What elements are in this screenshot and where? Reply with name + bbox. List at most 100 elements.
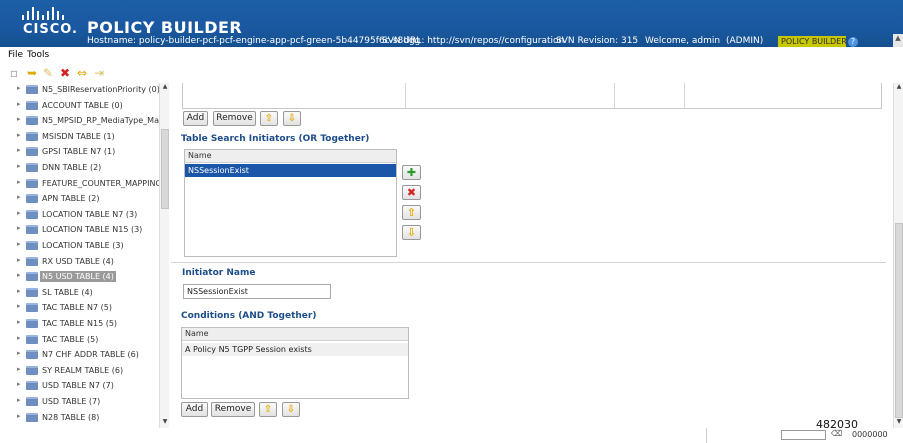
expand-arrow-icon[interactable]: ▸ <box>17 209 21 217</box>
tree-item[interactable]: ▸ N5_SBIReservationPriority (0) <box>17 83 167 97</box>
folder-icon <box>26 163 38 172</box>
scroll-up-icon[interactable]: ▲ <box>160 83 170 93</box>
list-item[interactable]: A Policy N5 TGPP Session exists <box>182 343 408 356</box>
tree-item[interactable]: ▸ GPSI TABLE N7 (1) <box>17 145 167 159</box>
help-icon[interactable]: ? <box>848 37 858 47</box>
conditions-remove-button[interactable]: Remove <box>211 402 255 417</box>
tree-item[interactable]: ▸ N5 USD TABLE (4) <box>17 270 167 284</box>
tree-item[interactable]: ▸ SY REALM TABLE (6) <box>17 364 167 378</box>
tree-item[interactable]: ▸ APN TABLE (2) <box>17 192 167 206</box>
expand-arrow-icon[interactable]: ▸ <box>17 349 21 357</box>
tree-item-label: TAC TABLE N15 (5) <box>42 319 118 328</box>
initiator-name-label: Initiator Name <box>182 268 256 278</box>
scroll-up-icon[interactable]: ▲ <box>894 83 903 93</box>
menu-tools[interactable]: Tools <box>27 50 49 60</box>
list-item[interactable]: NSSessionExist <box>185 164 396 177</box>
expand-arrow-icon[interactable]: ▸ <box>17 146 21 154</box>
expand-arrow-icon[interactable]: ▸ <box>17 100 21 108</box>
tree-item[interactable]: ▸ LOCATION TABLE (3) <box>17 239 167 253</box>
expand-arrow-icon[interactable]: ▸ <box>17 380 21 388</box>
edit-icon[interactable]: ✎ <box>41 66 55 80</box>
expand-arrow-icon[interactable]: ▸ <box>17 365 21 373</box>
tree-item[interactable]: ▸ ACCOUNT TABLE (0) <box>17 99 167 113</box>
top-table <box>182 83 882 109</box>
conditions-move-up-icon[interactable]: ⇧ <box>259 402 277 417</box>
svn-url-text: SVN URL: http://svn/repos//configuration <box>382 36 565 46</box>
top-move-up-icon[interactable]: ⇧ <box>260 111 278 126</box>
expand-arrow-icon[interactable]: ▸ <box>17 287 21 295</box>
add-icon[interactable]: ✚ <box>402 165 421 180</box>
copy-icon[interactable]: ⇔ <box>75 66 89 80</box>
scroll-down-icon[interactable]: ▼ <box>160 418 170 428</box>
expand-arrow-icon[interactable]: ▸ <box>17 334 21 342</box>
expand-arrow-icon[interactable]: ▸ <box>17 271 21 279</box>
folder-icon <box>26 100 38 110</box>
tree-item-label: MSISDN TABLE (1) <box>42 131 115 141</box>
tree-scrollbar[interactable]: ▲ ▼ <box>159 83 169 428</box>
tree-item[interactable]: ▸ LOCATION TABLE N15 (3) <box>17 223 167 237</box>
scroll-down-icon[interactable]: ▼ <box>894 418 903 428</box>
section-divider <box>171 262 886 263</box>
policy-builder-badge[interactable]: POLICY BUILDER <box>778 36 846 47</box>
expand-arrow-icon[interactable]: ▸ <box>17 302 21 310</box>
tree-item[interactable]: ▸ N5_MPSID_RP_MediaType_Map <box>17 114 167 128</box>
tree-item[interactable]: ▸ DNN TABLE (2) <box>17 161 167 175</box>
app-header: CISCO. POLICY BUILDER Hostname: policy-b… <box>0 0 903 47</box>
folder-icon <box>26 350 38 360</box>
top-remove-button[interactable]: Remove <box>213 111 256 126</box>
search-initiators-list[interactable]: Name NSSessionExist <box>184 149 397 257</box>
tree-item-label: LOCATION TABLE N15 (3) <box>42 225 143 235</box>
expand-arrow-icon[interactable]: ▸ <box>17 178 21 186</box>
top-move-down-icon[interactable]: ⇩ <box>283 111 301 126</box>
delete-icon[interactable]: ✖ <box>402 185 421 200</box>
panel-scrollbar[interactable]: ▲ ▼ <box>893 83 903 428</box>
expand-arrow-icon[interactable]: ▸ <box>17 193 21 201</box>
tree-item[interactable]: ▸ USD TABLE N7 (7) <box>17 379 167 393</box>
conditions-list[interactable]: Name A Policy N5 TGPP Session exists <box>181 327 409 399</box>
expand-arrow-icon[interactable]: ▸ <box>17 240 21 248</box>
app-title: POLICY BUILDER <box>87 18 243 37</box>
panel-scroll-thumb[interactable] <box>895 223 903 418</box>
tree-item[interactable]: ▸ TAC TABLE (5) <box>17 333 167 347</box>
folder-icon <box>26 241 38 250</box>
delete-icon[interactable]: ✖ <box>58 66 72 80</box>
folder-open-icon[interactable]: ➥ <box>25 66 39 80</box>
top-add-button[interactable]: Add <box>183 111 208 126</box>
tree-item-label: N7 CHF ADDR TABLE (6) <box>42 350 139 360</box>
status-count: 0000000 <box>852 430 888 439</box>
expand-arrow-icon[interactable]: ▸ <box>17 224 21 232</box>
conditions-move-down-icon[interactable]: ⇩ <box>282 402 300 417</box>
tree-item[interactable]: ▸ N7 CHF ADDR TABLE (6) <box>17 348 167 362</box>
initiator-name-input[interactable]: NSSessionExist <box>183 284 331 299</box>
conditions-add-button[interactable]: Add <box>181 402 208 417</box>
search-initiators-title: Table Search Initiators (OR Together) <box>181 134 370 144</box>
expand-arrow-icon[interactable]: ▸ <box>17 115 21 123</box>
expand-arrow-icon[interactable]: ▸ <box>17 131 21 139</box>
tree-item[interactable]: ▸ N28 TABLE (8) <box>17 411 167 425</box>
tree-item-label: RX USD TABLE (4) <box>42 256 114 266</box>
trash-icon[interactable]: ⌫ <box>831 429 842 439</box>
expand-arrow-icon[interactable]: ▸ <box>17 318 21 326</box>
expand-arrow-icon[interactable]: ▸ <box>17 412 21 420</box>
expand-arrow-icon[interactable]: ▸ <box>17 256 21 264</box>
expand-arrow-icon[interactable]: ▸ <box>17 396 21 404</box>
tree-item[interactable]: ▸ FEATURE_COUNTER_MAPPING ( <box>17 177 167 191</box>
tree-item[interactable]: ▸ TAC TABLE N7 (5) <box>17 301 167 315</box>
expand-arrow-icon[interactable]: ▸ <box>17 84 21 92</box>
tree-item-label: N5 USD TABLE (4) <box>40 271 116 283</box>
tree-item[interactable]: ▸ LOCATION TABLE N7 (3) <box>17 208 167 222</box>
tree-item[interactable]: ▸ MSISDN TABLE (1) <box>17 130 167 144</box>
status-input[interactable] <box>781 430 826 440</box>
expand-arrow-icon[interactable]: ▸ <box>17 162 21 170</box>
header-scroll-up-icon[interactable]: ▲ <box>893 34 903 47</box>
menu-file[interactable]: File <box>8 50 23 60</box>
save-icon[interactable]: ▫ <box>7 66 21 80</box>
tree-item[interactable]: ▸ RX USD TABLE (4) <box>17 255 167 269</box>
move-up-icon[interactable]: ⇧ <box>402 205 421 220</box>
tree-item[interactable]: ▸ USD TABLE (7) <box>17 395 167 409</box>
paste-icon[interactable]: ⇥ <box>92 66 106 80</box>
tree-item[interactable]: ▸ TAC TABLE N15 (5) <box>17 317 167 331</box>
tree-item[interactable]: ▸ SL TABLE (4) <box>17 286 167 300</box>
tree-scroll-thumb[interactable] <box>161 129 169 209</box>
move-down-icon[interactable]: ⇩ <box>402 225 421 240</box>
